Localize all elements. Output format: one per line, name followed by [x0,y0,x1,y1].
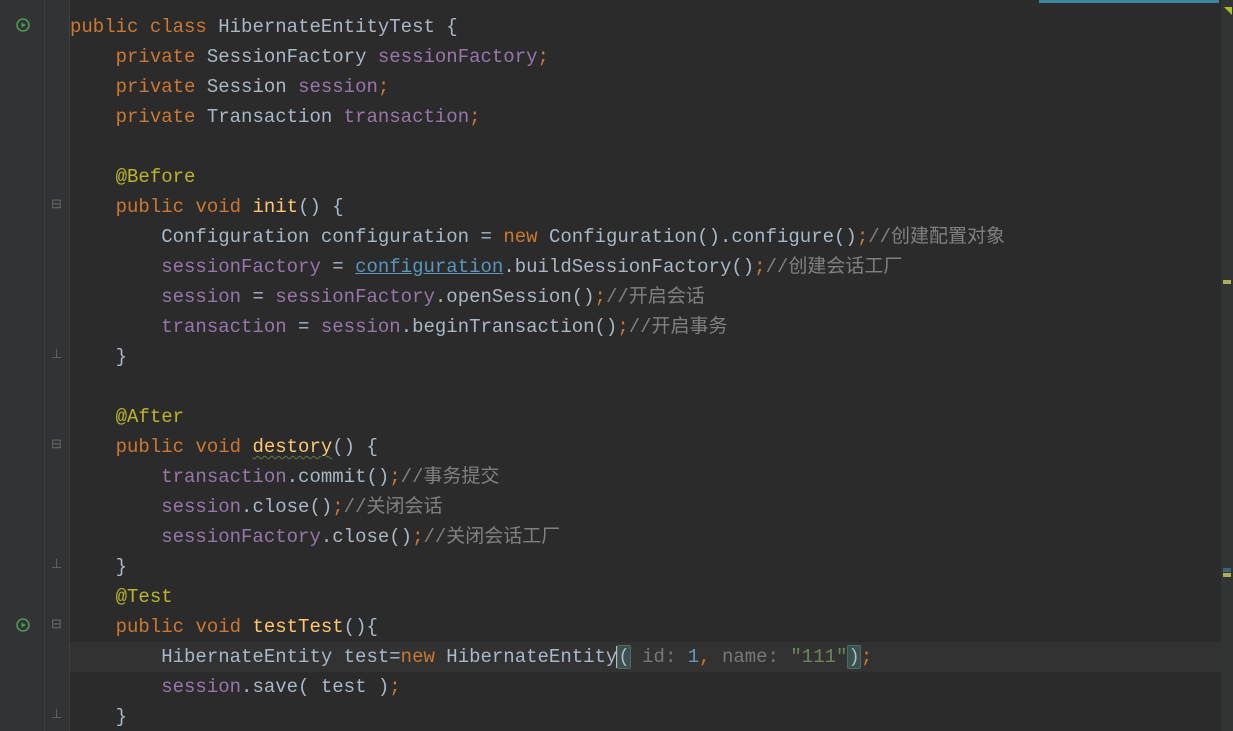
code-line[interactable]: sessionFactory = configuration.buildSess… [70,252,1221,282]
gutter-left [0,0,45,731]
code-editor[interactable]: ⊟ ⊥ ⊟ ⊥ ⊟ ⊥ public class HibernateEntity… [0,0,1233,731]
code-line[interactable]: @Before [70,162,1221,192]
fold-end-icon[interactable]: ⊥ [51,559,63,571]
fold-start-icon[interactable]: ⊟ [51,199,63,211]
code-line[interactable] [70,132,1221,162]
code-line[interactable]: private Session session; [70,72,1221,102]
code-line[interactable]: private Transaction transaction; [70,102,1221,132]
analysis-status-icon[interactable] [1221,2,1233,24]
code-line[interactable] [70,372,1221,402]
fold-start-icon[interactable]: ⊟ [51,439,63,451]
code-line[interactable]: session.close();//关闭会话 [70,492,1221,522]
code-line[interactable]: session = sessionFactory.openSession();/… [70,282,1221,312]
code-area[interactable]: public class HibernateEntityTest { priva… [70,0,1221,731]
code-line[interactable]: @Test [70,582,1221,612]
fold-start-icon[interactable]: ⊟ [51,619,63,631]
code-line[interactable]: public class HibernateEntityTest { [70,12,1221,42]
code-line[interactable]: session.save( test ); [70,672,1221,702]
code-line[interactable]: public void init() { [70,192,1221,222]
code-line[interactable]: Configuration configuration = new Config… [70,222,1221,252]
warning-marker[interactable] [1223,280,1231,284]
code-line[interactable]: sessionFactory.close();//关闭会话工厂 [70,522,1221,552]
fold-end-icon[interactable]: ⊥ [51,709,63,721]
code-line[interactable]: @After [70,402,1221,432]
warning-marker[interactable] [1223,568,1231,572]
code-line[interactable]: } [70,342,1221,372]
run-icon[interactable] [16,16,30,30]
gutter-fold: ⊟ ⊥ ⊟ ⊥ ⊟ ⊥ [45,0,70,731]
code-line-current[interactable]: HibernateEntity test=new HibernateEntity… [70,642,1221,672]
code-line[interactable]: public void testTest(){ [70,612,1221,642]
code-line[interactable]: } [70,552,1221,582]
code-line[interactable]: transaction = session.beginTransaction()… [70,312,1221,342]
code-line[interactable]: } [70,702,1221,731]
warning-marker[interactable] [1223,573,1231,577]
fold-end-icon[interactable]: ⊥ [51,349,63,361]
marker-strip[interactable] [1221,0,1233,731]
code-line[interactable]: private SessionFactory sessionFactory; [70,42,1221,72]
code-line[interactable]: public void destory() { [70,432,1221,462]
run-icon[interactable] [16,616,30,630]
code-line[interactable]: transaction.commit();//事务提交 [70,462,1221,492]
